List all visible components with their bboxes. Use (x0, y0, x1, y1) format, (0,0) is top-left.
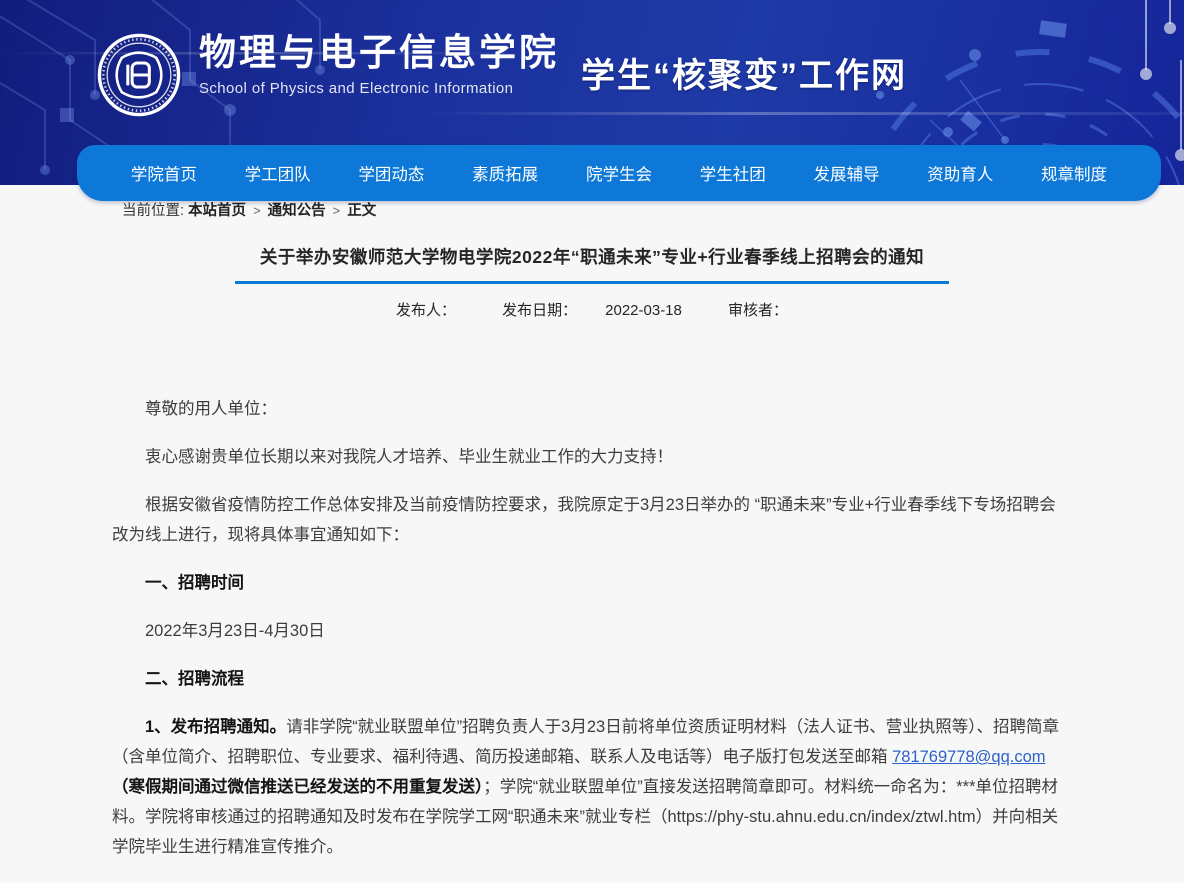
breadcrumb-prefix: 当前位置: (122, 203, 188, 219)
school-titles: 物理与电子信息学院 School of Physics and Electron… (199, 32, 559, 97)
title-underline-rule (235, 281, 949, 284)
text-run: 二、招聘流程 (145, 670, 244, 688)
page-title: 关于举办安徽师范大学物电学院2022年“职通未来”专业+行业春季线上招聘会的通知 (0, 244, 1184, 269)
nav-item-1[interactable]: 学院首页 (131, 161, 197, 185)
nav-item-9[interactable]: 规章制度 (1041, 161, 1107, 185)
paragraph: 衷心感谢贵单位长期以来对我院人才培养、毕业生就业工作的大力支持！ (112, 442, 1072, 472)
text-run: 衷心感谢贵单位长期以来对我院人才培养、毕业生就业工作的大力支持！ (145, 448, 673, 466)
text-run: 一、招聘时间 (145, 574, 244, 592)
school-name-cn: 物理与电子信息学院 (199, 32, 559, 75)
section-heading: 二、招聘流程 (112, 664, 1072, 694)
email-link[interactable]: 781769778@qq.com (892, 748, 1045, 766)
school-seal-icon (96, 32, 182, 118)
paragraph: 1、发布招聘通知。请非学院“就业联盟单位”招聘负责人于3月23日前将单位资质证明… (112, 712, 1072, 862)
breadcrumb-link[interactable]: 本站首页 (188, 203, 246, 219)
breadcrumb: 当前位置: 本站首页 > 通知公告 > 正文 (122, 199, 1184, 220)
breadcrumb-current: 正文 (347, 203, 376, 219)
main-nav: 学院首页 学工团队 学团动态 素质拓展 院学生会 学生社团 发展辅导 资助育人 规章制度 (77, 145, 1161, 201)
text-run: 1、发布招聘通知。 (145, 718, 286, 736)
breadcrumb-separator: > (333, 203, 341, 218)
section-heading: 一、招聘时间 (112, 568, 1072, 598)
paragraph: 尊敬的用人单位： (112, 394, 1072, 424)
text-run: 尊敬的用人单位： (145, 400, 277, 418)
paragraph: 2022年3月23日-4月30日 (112, 616, 1072, 646)
nav-item-3[interactable]: 学团动态 (358, 161, 424, 185)
text-run: （寒假期间通过微信推送已经发送的不用重复发送） (112, 778, 483, 796)
nav-item-7[interactable]: 发展辅导 (813, 161, 879, 185)
brand-block: 物理与电子信息学院 School of Physics and Electron… (96, 32, 907, 118)
school-name-en: School of Physics and Electronic Informa… (199, 80, 559, 97)
publisher-label: 发布人： (396, 302, 456, 319)
article-meta: 发布人： 发布日期：2022-03-18 审核者： (0, 299, 1184, 320)
nav-item-4[interactable]: 素质拓展 (472, 161, 538, 185)
paragraph: 根据安徽省疫情防控工作总体安排及当前疫情防控要求，我院原定于3月23日举办的 “… (112, 490, 1072, 550)
site-title: 学生“核聚变”工作网 (581, 48, 907, 97)
text-run: 2022年3月23日-4月30日 (145, 622, 325, 640)
nav-item-6[interactable]: 学生社团 (700, 161, 766, 185)
publish-date: 发布日期：2022-03-18 (488, 302, 696, 319)
breadcrumb-separator: > (253, 203, 261, 218)
nav-item-8[interactable]: 资助育人 (927, 161, 993, 185)
nav-item-5[interactable]: 院学生会 (586, 161, 652, 185)
text-run: 根据安徽省疫情防控工作总体安排及当前疫情防控要求，我院原定于3月23日举办的 “… (112, 496, 1056, 544)
article-body: 尊敬的用人单位： 衷心感谢贵单位长期以来对我院人才培养、毕业生就业工作的大力支持！… (112, 320, 1072, 883)
breadcrumb-link[interactable]: 通知公告 (268, 203, 326, 219)
nav-item-2[interactable]: 学工团队 (245, 161, 311, 185)
reviewer-label: 审核者： (728, 302, 788, 319)
page: { "colors": { "header_gradient_start": "… (0, 0, 1184, 883)
